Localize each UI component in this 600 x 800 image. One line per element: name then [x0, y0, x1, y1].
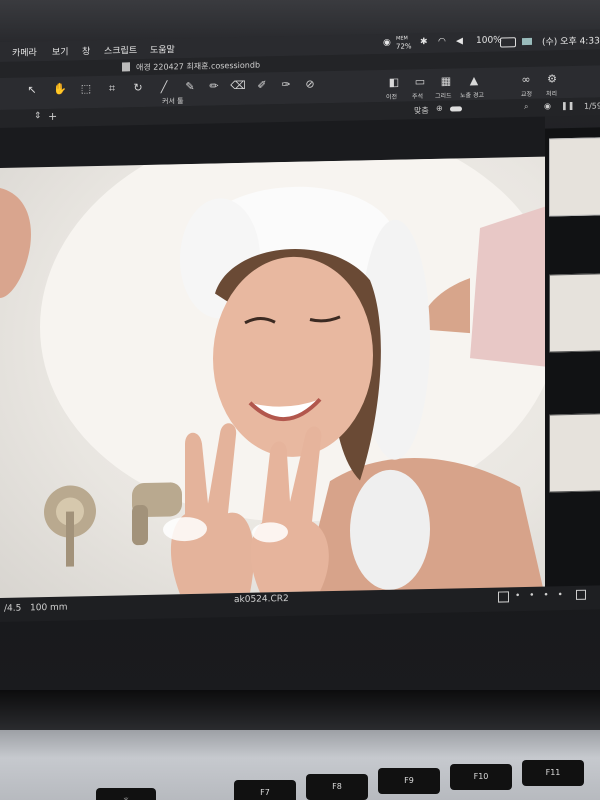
laptop-bezel [0, 690, 600, 730]
image-counter: 1/59 [584, 101, 600, 111]
status-menu-icon[interactable]: ◉ [383, 38, 391, 48]
key-f6[interactable]: ☼ [96, 788, 156, 800]
grid-view-icon[interactable] [576, 589, 586, 600]
flag-icon[interactable] [522, 37, 532, 46]
laptop-photo-scene: 카메라 보기 창 스크립트 도움말 ◉ MEM 72% ✱ ◠ ◀ 100% (… [0, 0, 600, 800]
document-icon [122, 62, 130, 72]
pen-icon[interactable]: ✎ [182, 80, 198, 94]
image-viewer[interactable] [0, 116, 545, 609]
compare-icon[interactable]: ◧ [386, 76, 402, 90]
menu-window[interactable]: 창 [82, 44, 90, 57]
glasses-icon[interactable]: ∞ [518, 73, 534, 87]
view-mode-icon[interactable] [498, 591, 509, 603]
straighten-icon[interactable]: ╱ [156, 80, 172, 94]
thumbnail-1[interactable] [549, 137, 600, 217]
volume-icon[interactable]: ◀ [456, 36, 463, 46]
thumbnail-3[interactable] [549, 413, 600, 493]
stepper-icon[interactable]: ⇕ [34, 111, 42, 121]
wifi-icon[interactable]: ◠ [438, 37, 446, 47]
search-icon[interactable]: ⌕ [524, 102, 528, 112]
key-f10[interactable]: F10 [450, 764, 512, 790]
key-f11[interactable]: F11 [522, 760, 584, 786]
fit-label[interactable]: 맞춤 [414, 105, 429, 116]
memory-value: 72% [396, 42, 412, 51]
bluetooth-icon[interactable]: ✱ [420, 37, 428, 47]
memory-label: MEM [396, 35, 408, 42]
gear-icon[interactable]: ⚙ [544, 72, 560, 86]
image-filename: ak0524.CR2 [234, 593, 289, 606]
label-grid: 그리드 [435, 92, 452, 100]
cursor-tool-label: 커서 툴 [162, 97, 184, 106]
label-annotation: 주석 [412, 93, 424, 101]
filmstrip [545, 127, 600, 589]
annotate-icon[interactable]: ✑ [278, 78, 294, 92]
aperture-value: /4.5 [4, 603, 22, 614]
annotation-icon[interactable]: ▭ [412, 75, 428, 89]
key-f7[interactable]: F7 [234, 780, 296, 800]
grid-icon[interactable]: ▦ [438, 74, 454, 88]
eye-icon[interactable]: ◉ [544, 101, 551, 110]
menu-help[interactable]: 도움말 [150, 42, 175, 56]
laptop-screen: 카메라 보기 창 스크립트 도움말 ◉ MEM 72% ✱ ◠ ◀ 100% (… [0, 0, 600, 690]
photo-illustration [0, 156, 545, 602]
key-f10-label: F10 [473, 772, 489, 781]
picker-icon[interactable]: ✐ [254, 78, 270, 92]
session-title: 애경 220427 최재훈.cosessiondb [136, 60, 261, 73]
battery-percent: 100% [476, 35, 502, 47]
key-f7-label: F7 [260, 788, 270, 797]
photo-smiling-woman[interactable] [0, 156, 545, 609]
key-f11-label: F11 [545, 768, 561, 777]
crop-icon[interactable]: ⌗ [104, 81, 120, 95]
key-f8-label: F8 [332, 782, 342, 791]
zoom-slider[interactable] [450, 106, 462, 112]
warning-icon[interactable]: ▲ [466, 74, 482, 88]
label-process: 처리 [546, 90, 558, 98]
clock[interactable]: (수) 오후 4:33 [542, 33, 600, 47]
brush-icon[interactable]: ✏ [206, 79, 222, 93]
cursor-icon[interactable]: ↖ [24, 83, 40, 97]
eraser-icon[interactable]: ⌫ [230, 79, 246, 93]
thumbnail-2[interactable] [549, 273, 600, 353]
page-dots[interactable]: • • • • [515, 590, 566, 601]
rotate-icon[interactable]: ↻ [130, 81, 146, 95]
menu-view[interactable]: 보기 [52, 45, 69, 58]
label-exposure-warning: 노출 경고 [460, 91, 484, 100]
menu-scripts[interactable]: 스크립트 [104, 43, 137, 57]
camera-icon[interactable]: ⬚ [78, 82, 94, 96]
focal-length: 100 mm [30, 602, 68, 614]
pause-icon[interactable]: ❚❚ [561, 101, 574, 110]
label-proof: 교정 [521, 90, 533, 99]
add-icon[interactable]: + [48, 110, 57, 123]
hand-icon[interactable]: ✋ [52, 83, 68, 97]
laptop-keyboard: ☼ F7 F8 F9 F10 F11 [0, 730, 600, 800]
label-previous: 이전 [386, 93, 398, 101]
gradient-icon[interactable]: ⊘ [302, 77, 318, 91]
zoom-icon[interactable]: ⊕ [436, 104, 443, 113]
battery-icon[interactable] [500, 37, 516, 48]
key-f8[interactable]: F8 [306, 774, 368, 800]
key-f9[interactable]: F9 [378, 768, 440, 794]
menu-camera[interactable]: 카메라 [12, 45, 37, 59]
key-f9-label: F9 [404, 776, 414, 785]
